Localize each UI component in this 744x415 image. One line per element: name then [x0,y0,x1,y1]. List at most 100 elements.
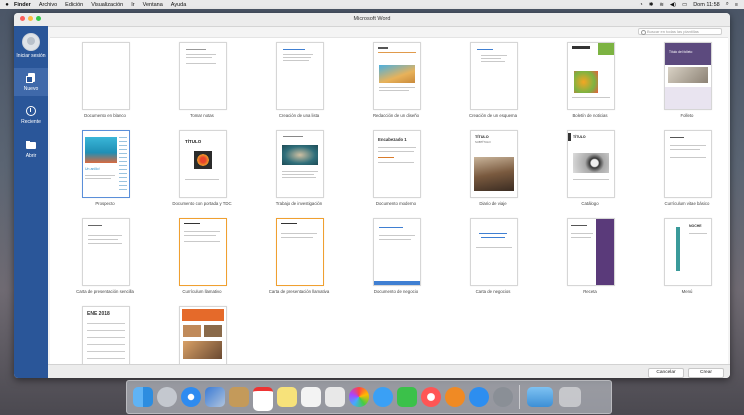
template-thumbnail [179,218,227,286]
template-label: Carta de presentación sencilla [76,289,134,294]
apple-menu-icon[interactable]: ● [0,2,14,8]
template-gallery: Documento en blanco Tomar notas Creación… [50,37,728,366]
menu-edicion[interactable]: Edición [65,2,83,8]
itunes-icon[interactable] [421,387,441,407]
volume-icon[interactable]: ◀) [670,2,676,8]
finder-icon[interactable] [133,387,153,407]
launchpad-icon[interactable] [157,387,177,407]
time-machine-icon[interactable]: ◔ [639,2,642,8]
thumb-text: TÍTULO [475,135,489,139]
template-label: Redacción de un diseño [372,113,420,118]
menu-archivo[interactable]: Archivo [39,2,57,8]
menu-ventana[interactable]: Ventana [143,2,163,8]
menu-visualizacion[interactable]: Visualización [91,2,123,8]
clock[interactable]: Dom 11:58 [693,2,720,8]
spotlight-icon[interactable]: ⌕ [726,1,729,8]
dock [126,380,612,414]
app-store-icon[interactable] [469,387,489,407]
menubar: ● Finder Archivo Edición Visualización I… [0,0,744,9]
template-thumbnail: TÍTULO [567,130,615,198]
template-label: Diario de viaje [479,201,507,206]
preview-icon[interactable] [325,387,345,407]
battery-icon[interactable]: ▭ [682,2,687,8]
template-label: Documento en blanco [84,113,126,118]
sidebar-item-label: Abrir [25,153,37,159]
template-thumbnail: TÍTULO SUBTÍTULO [470,130,518,198]
menu-ir[interactable]: Ir [131,2,134,8]
template-label: Tomar notas [190,113,214,118]
template-label: Currículum vitae básico [664,201,710,206]
word-gallery-window: Microsoft Word Buscar en todas las plant… [14,13,730,378]
notification-center-icon[interactable]: ≡ [735,2,738,8]
sidebar-item-recent[interactable]: Reciente [14,106,48,130]
reminders-icon[interactable] [301,387,321,407]
template-thumbnail: NOCHE [664,218,712,286]
template-thumbnail: TÍTULO [179,130,227,198]
template-label: Carta de presentación llamativa [268,289,330,294]
template-thumbnail: Encabezado 1 [373,130,421,198]
template-label: Documento con portada y TDC [172,201,232,206]
template-thumbnail [179,42,227,110]
template-label: Carta de negocios [475,289,511,294]
template-label: Prospecto [95,201,115,206]
template-thumbnail [664,130,712,198]
template-label: Folleto [680,113,694,118]
template-thumbnail: Título del folleto [664,42,712,110]
template-thumbnail [373,42,421,110]
title-bar: Microsoft Word [14,13,730,27]
template-thumbnail [82,42,130,110]
clock-icon [25,106,37,117]
template-label: Catálogo [581,201,599,206]
status-area: ◔ ✱ ≋ ◀) ▭ Dom 11:58 ⌕ ≡ [633,1,738,8]
trash-icon[interactable] [559,387,581,407]
search-icon [641,30,646,35]
sidebar-item-open[interactable]: Abrir [14,140,48,164]
template-thumbnail [567,218,615,286]
wifi-icon[interactable]: ≋ [659,2,664,8]
facetime-icon[interactable] [397,387,417,407]
thumb-text: ENE 2018 [87,311,110,317]
thumb-text: Título del folleto [669,50,693,54]
menu-ayuda[interactable]: Ayuda [171,2,187,8]
sidebar-item-new[interactable]: Nuevo [14,68,48,96]
template-thumbnail [470,42,518,110]
dock-divider [519,385,520,409]
bluetooth-icon[interactable]: ✱ [649,2,654,8]
contacts-icon[interactable] [229,387,249,407]
template-thumbnail [276,130,324,198]
thumb-text: TÍTULO [185,139,202,144]
downloads-folder-icon[interactable] [527,387,553,407]
system-preferences-icon[interactable] [493,387,513,407]
thumb-text: SUBTÍTULO [475,140,491,144]
sidebar-item-login[interactable]: Iniciar sesión [14,33,48,65]
template-label: Creación de un esquema [468,113,517,118]
create-button[interactable]: Crear [688,368,724,378]
cancel-button[interactable]: Cancelar [648,368,684,378]
thumb-text: NOCHE [689,224,702,228]
thumb-text: Encabezado 1 [378,137,407,142]
template-search-input[interactable]: Buscar en todas las plantillas [638,28,722,35]
template-label: Boletín de noticias [572,113,608,118]
template-thumbnail [179,306,227,366]
photos-icon[interactable] [349,387,369,407]
template-thumbnail [373,218,421,286]
calendar-icon[interactable] [253,387,273,411]
template-label: Creación de una lista [278,113,320,118]
thumb-text: Un anillo! [85,167,100,171]
folder-icon [25,140,37,151]
messages-icon[interactable] [373,387,393,407]
photo-app-icon[interactable] [205,387,225,407]
menu-finder[interactable]: Finder [14,2,31,8]
notes-icon[interactable] [277,387,297,407]
template-label: Menú [681,289,693,294]
template-thumbnail [470,218,518,286]
template-thumbnail [276,218,324,286]
template-thumbnail: ENE 2018 [82,306,130,366]
sidebar-item-label: Iniciar sesión [16,53,46,59]
ibooks-icon[interactable] [445,387,465,407]
safari-icon[interactable] [181,387,201,407]
template-thumbnail [567,42,615,110]
user-avatar-icon [22,33,40,51]
template-label: Documento moderno [375,201,417,206]
template-label: Trabajo de investigación [275,201,323,206]
